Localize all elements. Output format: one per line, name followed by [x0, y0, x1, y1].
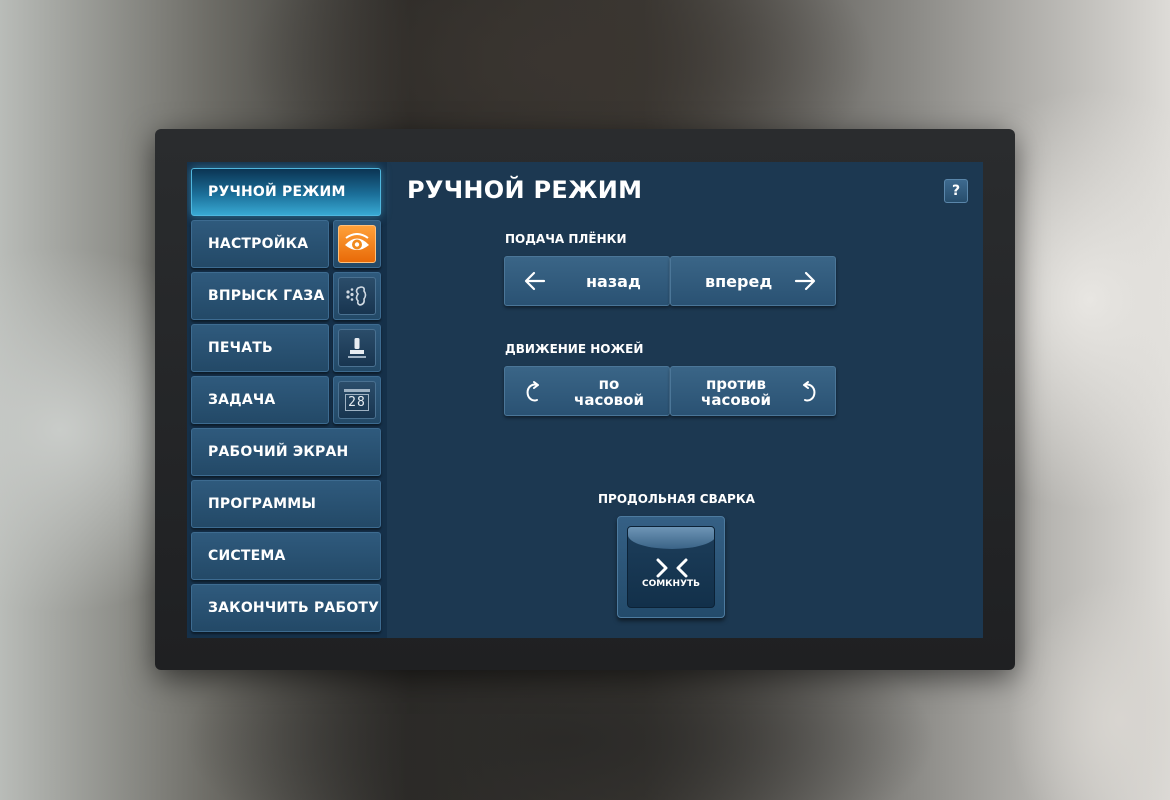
hmi-screen: РУЧНОЙ РЕЖИМ НАСТРОЙКА ВПРЫСК ГАЗА ПЕЧАТ…	[187, 162, 983, 638]
sidebar-item-label: СИСТЕМА	[208, 548, 286, 564]
film-feed-label: ПОДАЧА ПЛЁНКИ	[505, 232, 627, 246]
knife-clockwise-label: по часовой	[574, 375, 644, 409]
weld-close-button-face: СОМКНУТЬ	[627, 526, 715, 608]
sidebar-item-label: ВПРЫСК ГАЗА	[208, 288, 325, 304]
film-back-label: назад	[586, 272, 641, 291]
sidebar-item-programs[interactable]: ПРОГРАММЫ	[191, 480, 381, 528]
sidebar-item-print[interactable]: ПЕЧАТЬ	[191, 324, 329, 372]
sidebar-item-label: НАСТРОЙКА	[208, 236, 309, 252]
main-panel: РУЧНОЙ РЕЖИМ ? ПОДАЧА ПЛЁНКИ назад впере…	[387, 162, 983, 638]
sidebar-item-system[interactable]: СИСТЕМА	[191, 532, 381, 580]
eye-icon	[338, 225, 376, 263]
rotate-clockwise-icon	[525, 380, 543, 408]
knife-counterclockwise-label: против часовой	[701, 375, 771, 409]
knife-counterclockwise-button[interactable]: против часовой	[670, 366, 836, 416]
arrow-right-icon	[793, 270, 817, 296]
weld-close-button[interactable]: СОМКНУТЬ	[617, 516, 725, 618]
long-weld-label: ПРОДОЛЬНАЯ СВАРКА	[598, 492, 755, 506]
film-forward-label: вперед	[705, 272, 773, 291]
sidebar-item-label: РАБОЧИЙ ЭКРАН	[208, 444, 349, 460]
sidebar-item-label: ЗАДАЧА	[208, 392, 276, 408]
sidebar: РУЧНОЙ РЕЖИМ НАСТРОЙКА ВПРЫСК ГАЗА ПЕЧАТ…	[187, 162, 387, 638]
rotate-counterclockwise-icon	[799, 380, 817, 408]
print-icon-button[interactable]	[333, 324, 381, 372]
setup-icon-button[interactable]	[333, 220, 381, 268]
arrow-left-icon	[523, 270, 547, 296]
film-back-button[interactable]: назад	[504, 256, 670, 306]
knife-clockwise-button[interactable]: по часовой	[504, 366, 670, 416]
sidebar-item-label: ЗАКОНЧИТЬ РАБОТУ	[208, 600, 380, 616]
help-button[interactable]: ?	[944, 179, 968, 203]
button-gloss	[628, 527, 714, 549]
sidebar-item-setup[interactable]: НАСТРОЙКА	[191, 220, 329, 268]
weld-close-label: СОМКНУТЬ	[641, 579, 701, 589]
gas-injection-icon	[338, 277, 376, 315]
knife-motion-label: ДВИЖЕНИЕ НОЖЕЙ	[505, 342, 644, 356]
sidebar-item-task[interactable]: ЗАДАЧА	[191, 376, 329, 424]
page-title: РУЧНОЙ РЕЖИМ	[407, 176, 643, 204]
sidebar-item-label: ПРОГРАММЫ	[208, 496, 317, 512]
sidebar-item-work-screen[interactable]: РАБОЧИЙ ЭКРАН	[191, 428, 381, 476]
sidebar-item-finish-work[interactable]: ЗАКОНЧИТЬ РАБОТУ	[191, 584, 381, 632]
sidebar-item-gas-injection[interactable]: ВПРЫСК ГАЗА	[191, 272, 329, 320]
stamp-icon	[338, 329, 376, 367]
sidebar-item-label: РУЧНОЙ РЕЖИМ	[208, 184, 346, 200]
task-icon-button[interactable]: 28	[333, 376, 381, 424]
sidebar-item-manual-mode[interactable]: РУЧНОЙ РЕЖИМ	[191, 168, 381, 216]
task-counter-digits: 28	[345, 394, 369, 411]
film-forward-button[interactable]: вперед	[670, 256, 836, 306]
sidebar-item-label: ПЕЧАТЬ	[208, 340, 273, 356]
gas-icon-button[interactable]	[333, 272, 381, 320]
counter-icon: 28	[338, 381, 376, 419]
